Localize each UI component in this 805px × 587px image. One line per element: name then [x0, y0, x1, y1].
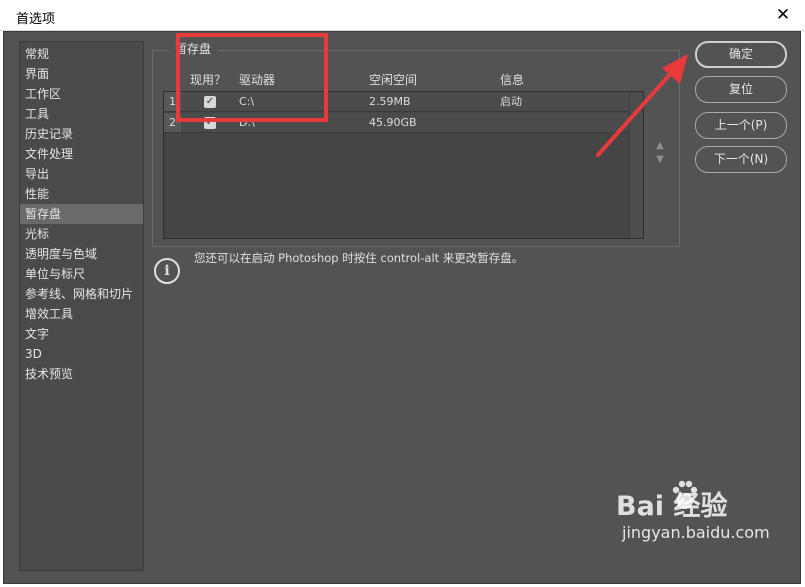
paw-icon [672, 480, 698, 509]
baidu-watermark: Bai 经验 jingyan.baidu.com [612, 478, 772, 568]
watermark-url: jingyan.baidu.com [622, 523, 770, 542]
